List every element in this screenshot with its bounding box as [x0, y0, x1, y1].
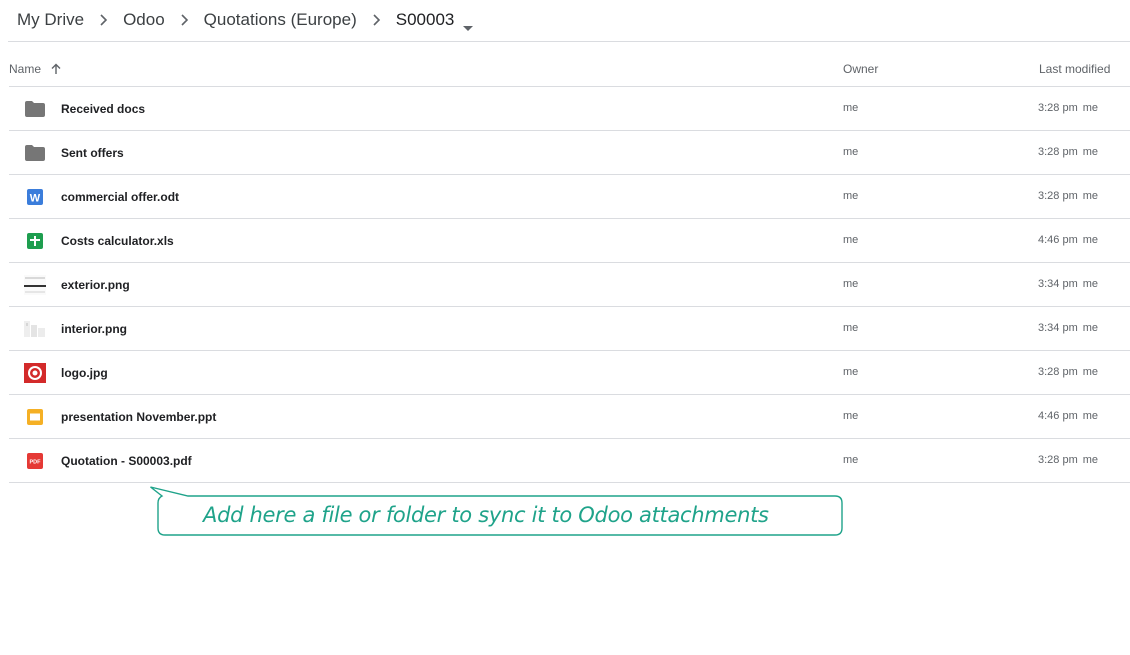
owner-column-header[interactable]: Owner — [843, 62, 878, 76]
svg-text:W: W — [30, 193, 41, 205]
image-thumbnail-icon — [24, 319, 46, 339]
file-name: Received docs — [61, 102, 146, 116]
svg-text:PDF: PDF — [30, 460, 42, 466]
spreadsheet-icon — [24, 231, 46, 251]
chevron-right-icon — [99, 14, 108, 26]
file-modified: 3:28 pm me — [1038, 146, 1099, 158]
file-modified: 3:28 pm me — [1038, 102, 1099, 114]
callout-annotation: Add here a file or folder to sync it to … — [150, 486, 845, 538]
breadcrumb-current-folder[interactable]: S00003 — [396, 10, 455, 30]
folder-icon — [24, 143, 46, 163]
breadcrumb-my-drive[interactable]: My Drive — [17, 10, 84, 30]
chevron-right-icon — [372, 14, 381, 26]
image-thumbnail-icon — [24, 275, 46, 295]
file-owner: me — [843, 234, 859, 246]
name-column-label: Name — [9, 62, 42, 76]
file-row[interactable]: interior.png me 3:34 pm me — [9, 307, 1130, 351]
file-modified: 3:34 pm me — [1038, 322, 1099, 334]
file-name: logo.jpg — [61, 366, 108, 380]
word-doc-icon: W — [24, 187, 46, 207]
file-name: exterior.png — [61, 278, 130, 292]
file-row[interactable]: logo.jpg me 3:28 pm me — [9, 351, 1130, 395]
file-owner: me — [843, 146, 859, 158]
file-list: Received docs me 3:28 pm me Sent offers m… — [9, 87, 1130, 483]
arrow-up-icon[interactable] — [50, 63, 62, 75]
breadcrumb-odoo[interactable]: Odoo — [123, 10, 165, 30]
file-modified: 4:46 pm me — [1038, 234, 1099, 246]
file-modified: 4:46 pm me — [1038, 410, 1099, 422]
file-name: Quotation - S00003.pdf — [61, 454, 192, 468]
folder-icon — [24, 99, 46, 119]
file-owner: me — [843, 366, 859, 378]
column-header: Name Owner Last modified — [0, 54, 1130, 84]
file-name: Costs calculator.xls — [61, 234, 174, 248]
slides-icon — [24, 407, 46, 427]
file-modified: 3:28 pm me — [1038, 190, 1099, 202]
file-row[interactable]: presentation November.ppt me 4:46 pm me — [9, 395, 1130, 439]
file-owner: me — [843, 190, 859, 202]
file-row[interactable]: PDF Quotation - S00003.pdf me 3:28 pm me — [9, 439, 1130, 483]
divider — [8, 41, 1130, 42]
file-name: commercial offer.odt — [61, 190, 180, 204]
file-row[interactable]: Costs calculator.xls me 4:46 pm me — [9, 219, 1130, 263]
chevron-right-icon — [180, 14, 189, 26]
file-modified: 3:28 pm me — [1038, 454, 1099, 466]
file-row[interactable]: Received docs me 3:28 pm me — [9, 87, 1130, 131]
name-column-header[interactable]: Name — [9, 62, 62, 76]
file-row[interactable]: exterior.png me 3:34 pm me — [9, 263, 1130, 307]
breadcrumb-quotations-europe[interactable]: Quotations (Europe) — [204, 10, 357, 30]
file-modified: 3:28 pm me — [1038, 366, 1099, 378]
caret-down-icon[interactable] — [463, 17, 474, 31]
file-owner: me — [843, 454, 859, 466]
file-row[interactable]: Sent offers me 3:28 pm me — [9, 131, 1130, 175]
file-owner: me — [843, 322, 859, 334]
file-name: presentation November.ppt — [61, 410, 217, 424]
pdf-icon: PDF — [24, 451, 46, 471]
file-name: interior.png — [61, 322, 127, 336]
logo-thumbnail-icon — [24, 363, 46, 383]
last-modified-column-header[interactable]: Last modified — [1039, 62, 1110, 76]
file-owner: me — [843, 278, 859, 290]
file-owner: me — [843, 102, 859, 114]
file-name: Sent offers — [61, 146, 124, 160]
file-owner: me — [843, 410, 859, 422]
file-modified: 3:34 pm me — [1038, 278, 1099, 290]
callout-text: Add here a file or folder to sync it to … — [203, 503, 769, 527]
file-row[interactable]: W commercial offer.odt me 3:28 pm me — [9, 175, 1130, 219]
breadcrumb: My Drive Odoo Quotations (Europe) S00003 — [17, 8, 474, 32]
